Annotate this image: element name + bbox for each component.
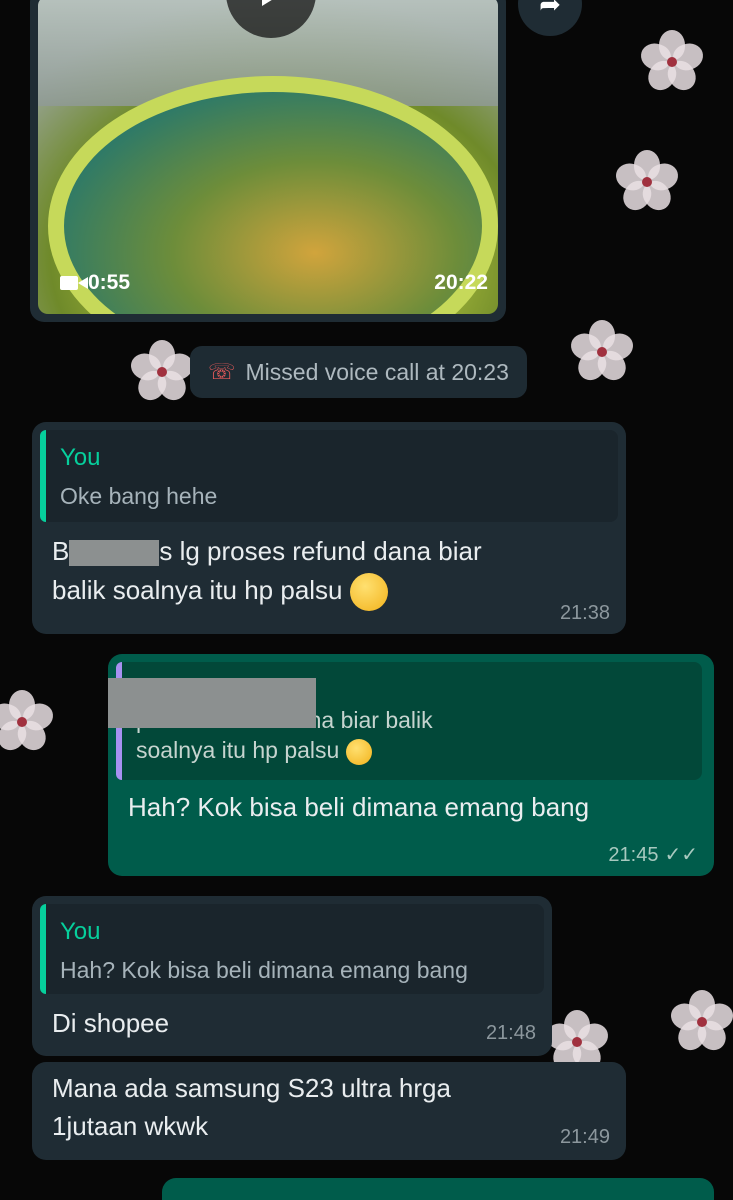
message-text: Bs lg proses refund dana biar balik soal… [52, 532, 482, 612]
message-text: Di shopee [52, 1008, 170, 1038]
missed-call-notice[interactable]: ☏ Missed voice call at 20:23 [190, 346, 527, 398]
double-check-icon: ✓✓ [664, 844, 698, 866]
message-time: 21:49 [559, 1126, 610, 1148]
quoted-reply[interactable]: You Oke bang hehe [40, 430, 618, 522]
quote-text: Oke bang hehe [60, 483, 218, 509]
video-message[interactable]: 0:55 20:22 [30, 0, 506, 322]
blossom-decoration [567, 320, 637, 386]
missed-call-icon: ☏ [208, 359, 236, 384]
blossom-decoration [667, 990, 733, 1056]
blossom-decoration [612, 150, 682, 216]
quote-author: You [60, 918, 101, 945]
blossom-decoration [637, 30, 707, 96]
video-duration-text: 0:55 [88, 271, 131, 294]
video-thumbnail[interactable] [38, 0, 498, 314]
message-bubble-outgoing[interactable]: proses refund dana biar balik soalnya it… [108, 654, 714, 876]
blossom-decoration [0, 690, 57, 756]
video-duration: 0:55 [60, 271, 130, 295]
message-time: 21:48 [485, 1022, 536, 1044]
quote-text: Hah? Kok bisa beli dimana emang bang [60, 957, 468, 983]
blossom-decoration [127, 340, 197, 406]
redaction-block [108, 678, 316, 728]
message-text: Hah? Kok bisa beli dimana emang bang [128, 792, 590, 822]
video-timestamp: 20:22 [434, 271, 488, 294]
message-bubble-incoming[interactable]: Mana ada samsung S23 ultra hrga 1jutaan … [32, 1062, 626, 1160]
missed-call-text: Missed voice call at 20:23 [245, 358, 509, 385]
video-camera-icon [60, 276, 88, 290]
message-time: 21:45 ✓✓ [608, 844, 698, 866]
message-bubble-outgoing[interactable] [162, 1178, 714, 1200]
quoted-reply[interactable]: You Hah? Kok bisa beli dimana emang bang [40, 904, 544, 994]
quote-author: You [60, 444, 101, 471]
forward-icon[interactable]: ➦ [518, 0, 582, 36]
laughing-emoji-icon [349, 573, 388, 612]
message-bubble-incoming[interactable]: You Hah? Kok bisa beli dimana emang bang… [32, 896, 552, 1056]
message-bubble-incoming[interactable]: You Oke bang hehe Bs lg proses refund da… [32, 422, 626, 634]
message-text: Mana ada samsung S23 ultra hrga 1jutaan … [52, 1073, 451, 1141]
redaction-block [69, 540, 160, 567]
message-time: 21:38 [559, 602, 610, 624]
laughing-emoji-icon [345, 738, 372, 765]
